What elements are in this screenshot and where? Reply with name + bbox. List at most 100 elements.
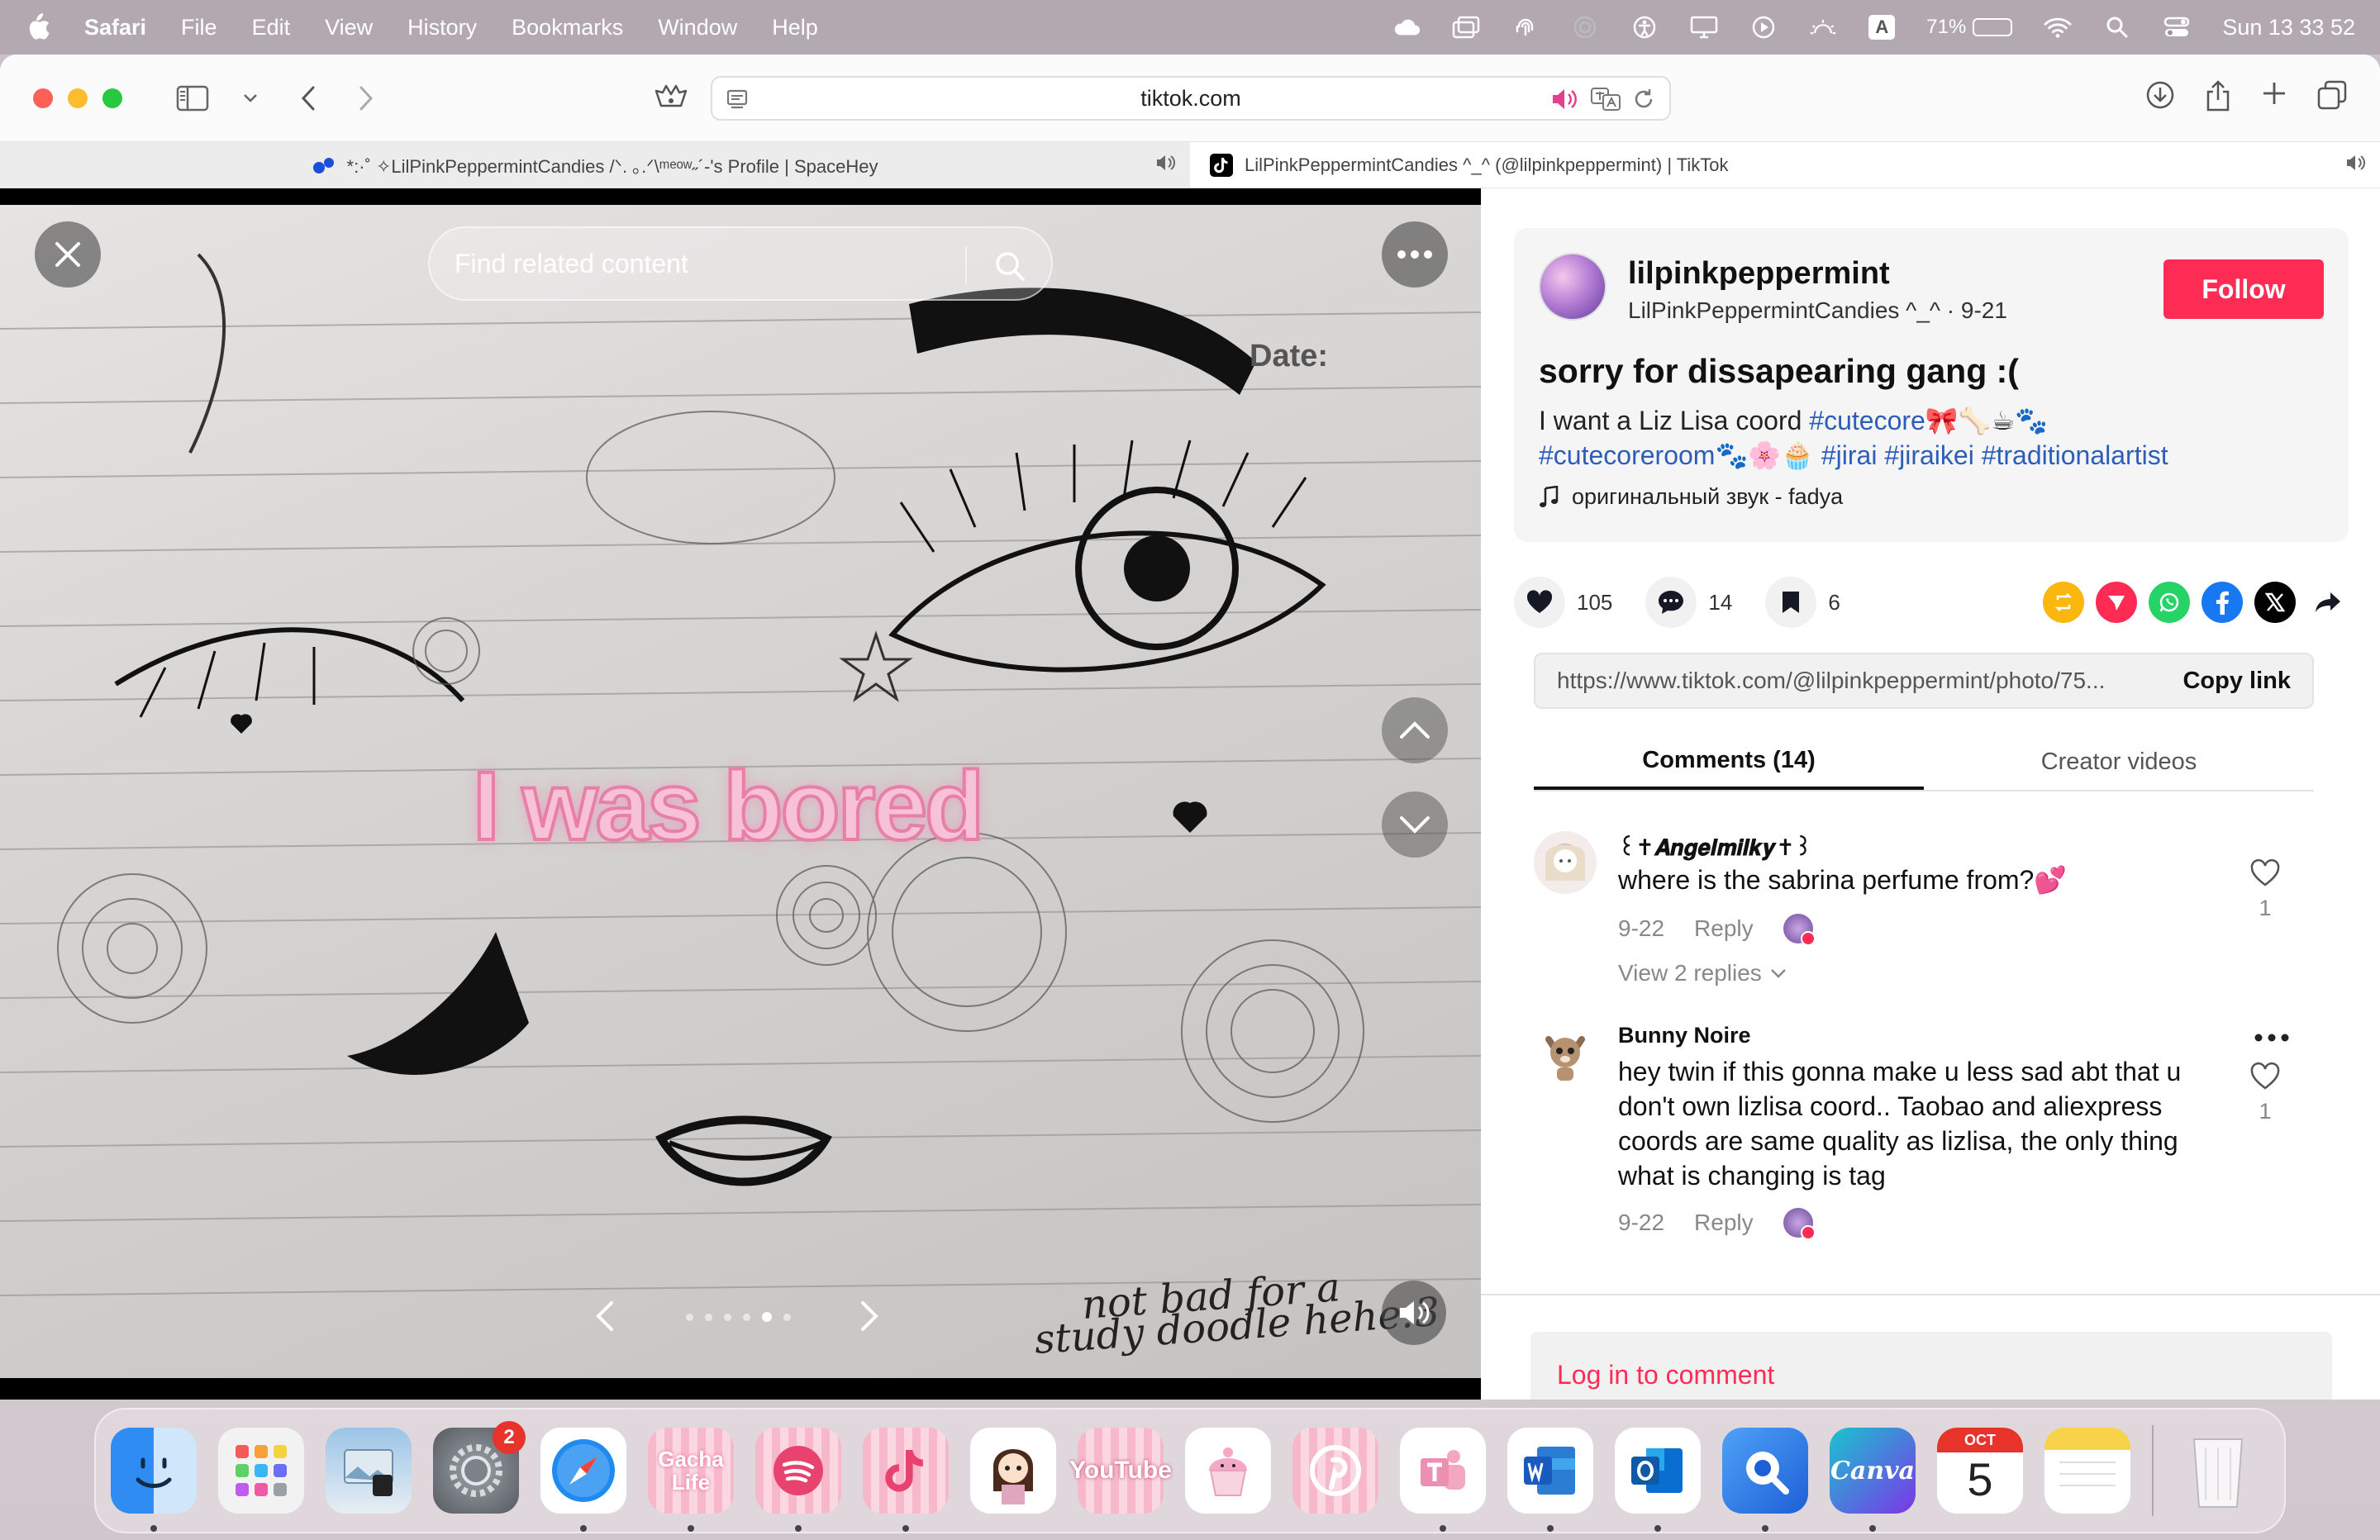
dock-canva-icon[interactable]: Canva	[1830, 1428, 1916, 1532]
dock-calendar-icon[interactable]: OCT 5	[1937, 1428, 2023, 1514]
share-arrow-icon[interactable]	[2307, 582, 2349, 623]
dock-safari-icon[interactable]	[540, 1428, 626, 1532]
minimize-window-button[interactable]	[68, 88, 88, 108]
sidebar-toggle-icon[interactable]	[172, 78, 213, 119]
whatsapp-icon[interactable]	[2149, 582, 2190, 623]
view-replies-button[interactable]: View 2 replies	[1618, 960, 1787, 986]
fingerprint-icon[interactable]	[1511, 15, 1540, 40]
post-photo[interactable]: Date: I was bored not bad for a study do…	[0, 205, 1481, 1378]
stage-manager-icon[interactable]	[1452, 15, 1480, 40]
page-menu-icon[interactable]	[726, 88, 749, 116]
menu-history[interactable]: History	[407, 15, 477, 40]
author-avatar[interactable]	[1539, 253, 1606, 321]
tab-creator-videos[interactable]: Creator videos	[1924, 734, 2314, 790]
menu-edit[interactable]: Edit	[252, 15, 291, 40]
related-search-box[interactable]: Find related content	[428, 226, 1053, 301]
carousel-dot[interactable]	[686, 1313, 693, 1321]
menu-app-safari[interactable]: Safari	[84, 15, 146, 40]
previous-photo-button[interactable]	[595, 1300, 615, 1337]
tab-spacehey[interactable]: *:·˚ ✧LilPinkPeppermintCandies /ᐠ. ｡.ᐟ\ᵐ…	[0, 142, 1190, 188]
back-button[interactable]	[288, 78, 329, 119]
comment-like[interactable]: 1	[2249, 1062, 2281, 1124]
close-viewer-button[interactable]	[35, 221, 101, 288]
comment-avatar[interactable]	[1534, 831, 1597, 894]
tab-overview-icon[interactable]	[2317, 80, 2347, 116]
hashtag-link[interactable]: #jiraikei	[1884, 440, 1973, 470]
comment-more-icon[interactable]	[2254, 1031, 2289, 1046]
dock-outlook-icon[interactable]	[1615, 1428, 1701, 1532]
audio-playing-icon[interactable]	[1550, 87, 1578, 117]
x-twitter-icon[interactable]	[2254, 582, 2296, 623]
cloud-icon[interactable]	[1392, 15, 1421, 40]
menu-view[interactable]: View	[325, 15, 373, 40]
dock-spotify-icon[interactable]	[755, 1428, 841, 1532]
dock-finder-icon[interactable]	[111, 1428, 197, 1532]
copy-link-button[interactable]: Copy link	[2182, 668, 2291, 695]
dock-preview-icon[interactable]	[326, 1428, 412, 1514]
dock-launchpad-icon[interactable]	[218, 1428, 304, 1514]
like-stat[interactable]: 105	[1514, 577, 1612, 628]
display-icon[interactable]	[1690, 15, 1718, 40]
dock-quicktime-search-icon[interactable]	[1722, 1428, 1808, 1532]
search-icon[interactable]	[993, 250, 1026, 289]
tab-audio-icon[interactable]	[1155, 154, 1177, 177]
carousel-dot[interactable]	[783, 1313, 791, 1321]
forward-button[interactable]	[345, 78, 387, 119]
dock-pinterest-icon[interactable]	[1292, 1428, 1378, 1514]
comment-stat[interactable]: 14	[1645, 577, 1732, 628]
next-photo-button[interactable]	[859, 1300, 879, 1337]
brightness-icon[interactable]	[1809, 15, 1837, 40]
previous-post-button[interactable]	[1382, 697, 1448, 763]
bookmark-icon[interactable]	[1765, 577, 1817, 628]
follow-button[interactable]: Follow	[2163, 259, 2324, 319]
carousel-dot[interactable]	[743, 1313, 750, 1321]
heart-outline-icon[interactable]	[2249, 859, 2281, 887]
comment-author[interactable]: Bunny Noire	[1618, 1023, 1751, 1048]
reply-button[interactable]: Reply	[1694, 915, 1754, 942]
comment-avatar[interactable]	[1534, 1023, 1597, 1086]
related-search-input[interactable]: Find related content	[455, 249, 688, 279]
tab-audio-icon[interactable]	[2345, 154, 2367, 177]
wifi-icon[interactable]	[2044, 15, 2072, 40]
dock-teams-icon[interactable]	[1400, 1428, 1486, 1532]
downloads-icon[interactable]	[2145, 80, 2175, 116]
dock-trash-icon[interactable]	[2175, 1428, 2261, 1514]
author-display-name[interactable]: LilPinkPeppermintCandies ^_^ · 9-21	[1628, 297, 2007, 324]
control-center-icon[interactable]	[2163, 15, 2191, 40]
spotlight-icon[interactable]	[2103, 15, 2131, 40]
menu-window[interactable]: Window	[658, 15, 737, 40]
dock-youtube-icon[interactable]: YouTube	[1069, 1428, 1172, 1514]
more-options-button[interactable]	[1382, 221, 1448, 288]
heart-outline-icon[interactable]	[2249, 1062, 2281, 1091]
zoom-window-button[interactable]	[102, 88, 122, 108]
dock-gacha-life-icon[interactable]: Gacha Life	[648, 1428, 734, 1532]
dock-word-icon[interactable]	[1507, 1428, 1593, 1532]
save-stat[interactable]: 6	[1765, 577, 1840, 628]
hashtag-link[interactable]: #cutecoreroom	[1539, 440, 1715, 470]
hashtag-link[interactable]: #traditionalartist	[1982, 440, 2168, 470]
heart-icon[interactable]	[1514, 577, 1565, 628]
reply-button[interactable]: Reply	[1694, 1210, 1754, 1236]
comment-icon[interactable]	[1645, 577, 1697, 628]
dock-system-settings-icon[interactable]: 2	[433, 1421, 526, 1514]
facebook-icon[interactable]	[2202, 582, 2243, 623]
hashtag-link[interactable]: #jirai	[1821, 440, 1878, 470]
privacy-shield-icon[interactable]	[653, 83, 689, 116]
new-tab-icon[interactable]	[2261, 80, 2287, 116]
tab-tiktok[interactable]: LilPinkPeppermintCandies ^_^ (@lilpinkpe…	[1190, 142, 2380, 188]
dock-cupcake-app-icon[interactable]	[1185, 1428, 1271, 1514]
hashtag-link[interactable]: #cutecore	[1809, 406, 1925, 435]
menu-clock[interactable]: Sun 13 33 52	[2222, 15, 2355, 40]
next-post-button[interactable]	[1382, 791, 1448, 858]
carousel-dot[interactable]	[762, 1312, 772, 1322]
radar-icon[interactable]	[1571, 15, 1599, 40]
play-icon[interactable]	[1749, 15, 1778, 40]
menu-file[interactable]: File	[181, 15, 217, 40]
address-bar[interactable]: tiktok.com	[711, 76, 1671, 121]
menu-help[interactable]: Help	[772, 15, 818, 40]
carousel-dot[interactable]	[724, 1313, 731, 1321]
translate-icon[interactable]	[1590, 87, 1621, 117]
dock-character-app-icon[interactable]	[970, 1428, 1056, 1514]
volume-button[interactable]	[1382, 1281, 1446, 1345]
close-window-button[interactable]	[33, 88, 53, 108]
